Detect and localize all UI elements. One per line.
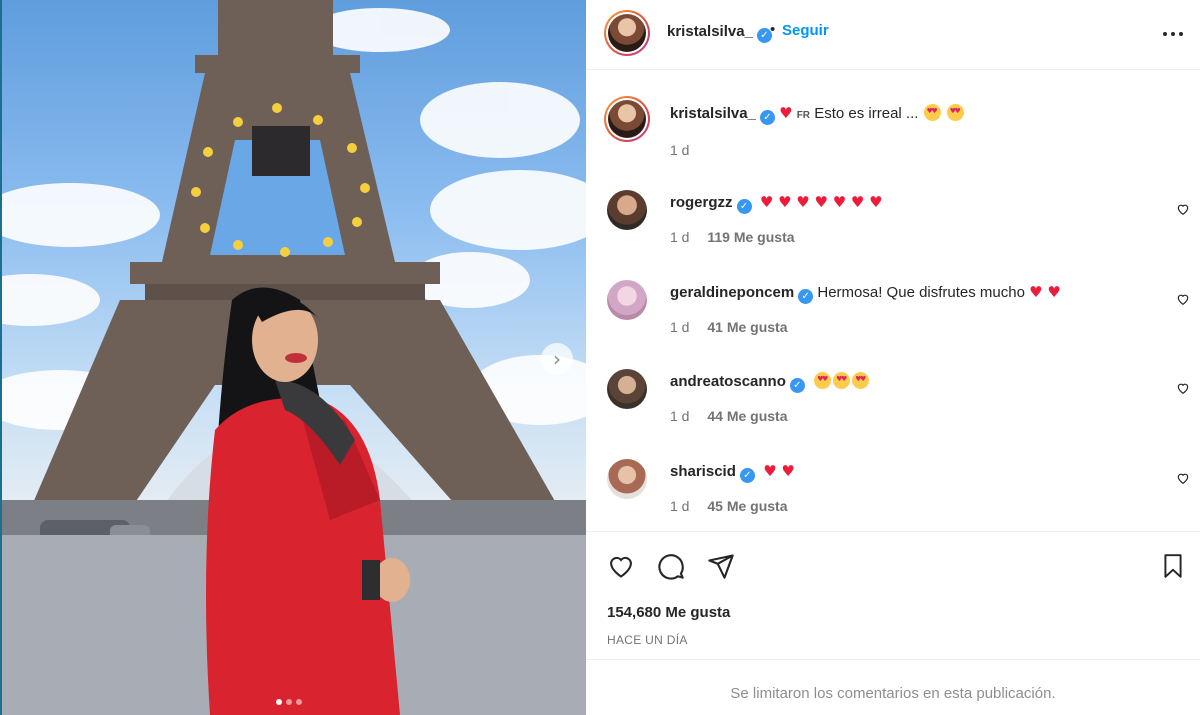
comment-item: rogergzz ✓ ♥ ♥ ♥ ♥ ♥ ♥ ♥ 1 d 119 Me gusta xyxy=(586,190,1200,280)
comment-body: Hermosa! Que disfrutes mucho xyxy=(817,284,1025,301)
heart-icon[interactable] xyxy=(1176,292,1190,306)
verified-icon: ✓ xyxy=(798,289,814,304)
author-username[interactable]: kristalsilva_ ✓ xyxy=(667,23,772,43)
comment-time: 1 d xyxy=(670,229,690,245)
heart-eyes-emoji xyxy=(852,372,870,389)
author-avatar[interactable] xyxy=(604,10,650,56)
post-header: kristalsilva_ ✓ • Seguir xyxy=(586,0,1200,70)
commenter-avatar[interactable] xyxy=(607,190,647,230)
comment-meta: 1 d 45 Me gusta xyxy=(670,498,788,514)
heart-eyes-emoji xyxy=(833,372,851,389)
more-icon[interactable] xyxy=(1162,20,1184,43)
bookmark-icon[interactable] xyxy=(1160,552,1186,580)
comment-text: rogergzz ✓ ♥ ♥ ♥ ♥ ♥ ♥ ♥ xyxy=(670,193,883,214)
caption-time: 1 d xyxy=(670,142,690,158)
caption-text: Esto es irreal ... xyxy=(814,105,919,122)
slide-dot xyxy=(286,699,292,705)
comment-time: 1 d xyxy=(670,498,690,514)
comment-meta: 1 d 41 Me gusta xyxy=(670,319,788,335)
comment-meta: 1 d 44 Me gusta xyxy=(670,408,788,424)
comment-likes[interactable]: 119 Me gusta xyxy=(707,229,794,245)
follow-button[interactable]: Seguir xyxy=(782,22,829,39)
commenter-avatar[interactable] xyxy=(607,280,647,320)
post-side-panel: kristalsilva_ ✓ • Seguir kristalsilva_ ✓ ♥… xyxy=(586,0,1200,715)
smiling-emoji xyxy=(923,104,941,121)
post-timestamp: HACE UN DÍA xyxy=(607,633,688,647)
comment-likes[interactable]: 41 Me gusta xyxy=(707,319,787,335)
heart-emoji: ♥ ♥ xyxy=(1029,283,1061,301)
comment-text: shariscid ✓ ♥ ♥ xyxy=(670,462,795,483)
comment-item: geraldineponcem ✓ Hermosa! Que disfrutes … xyxy=(586,280,1200,370)
comment-text: geraldineponcem ✓ Hermosa! Que disfrutes … xyxy=(670,283,1061,304)
commenter-avatar[interactable] xyxy=(607,459,647,499)
heart-emoji: ♥ xyxy=(779,104,793,122)
verified-icon: ✓ xyxy=(789,378,805,393)
commenter-username[interactable]: rogergzz xyxy=(670,194,733,211)
comments-limited-notice: Se limitaron los comentarios en esta pub… xyxy=(586,659,1200,715)
photo-edge xyxy=(0,0,2,715)
commenter-avatar[interactable] xyxy=(607,369,647,409)
heart-emoji: ♥ ♥ ♥ ♥ ♥ ♥ ♥ xyxy=(759,193,883,211)
comment-likes[interactable]: 45 Me gusta xyxy=(707,498,787,514)
flag-fr: FR xyxy=(796,110,811,121)
post-actions: 154,680 Me gusta HACE UN DÍA xyxy=(586,531,1200,659)
chevron-right-icon: › xyxy=(553,347,561,371)
share-icon[interactable] xyxy=(706,552,736,580)
verified-icon: ✓ xyxy=(759,110,775,125)
comment-icon[interactable] xyxy=(656,552,686,580)
heart-icon[interactable] xyxy=(1176,471,1190,485)
slide-dot xyxy=(296,699,302,705)
post-photo[interactable]: › xyxy=(0,0,586,715)
caption-username[interactable]: kristalsilva_ xyxy=(670,105,756,122)
heart-eyes-emoji xyxy=(946,104,964,121)
slide-dot xyxy=(276,699,282,705)
likes-count[interactable]: 154,680 Me gusta xyxy=(607,604,730,621)
next-slide-button[interactable]: › xyxy=(541,343,573,375)
caption-avatar[interactable] xyxy=(604,96,650,142)
caption-line: kristalsilva_ ✓ ♥ FR Esto es irreal ... xyxy=(670,104,965,125)
commenter-username[interactable]: andreatoscanno xyxy=(670,373,786,390)
verified-icon: ✓ xyxy=(736,199,752,214)
heart-emoji: ♥ ♥ xyxy=(763,462,795,480)
slide-indicator xyxy=(276,699,302,705)
heart-icon[interactable] xyxy=(606,552,636,580)
heart-eyes-emoji xyxy=(814,372,832,389)
comment-meta: 1 d 119 Me gusta xyxy=(670,229,795,245)
photo-scene xyxy=(0,0,586,715)
comment-time: 1 d xyxy=(670,319,690,335)
comment-time: 1 d xyxy=(670,408,690,424)
comment-item: andreatoscanno✓ 1 d 44 Me gusta xyxy=(586,369,1200,459)
verified-icon: ✓ xyxy=(739,468,755,483)
heart-icon[interactable] xyxy=(1176,381,1190,395)
commenter-username[interactable]: shariscid xyxy=(670,463,736,480)
comment-text: andreatoscanno ✓ xyxy=(670,372,870,393)
comment-likes[interactable]: 44 Me gusta xyxy=(707,408,787,424)
commenter-username[interactable]: geraldineponcem xyxy=(670,284,794,301)
heart-icon[interactable] xyxy=(1176,202,1190,216)
separator: • xyxy=(770,21,776,38)
